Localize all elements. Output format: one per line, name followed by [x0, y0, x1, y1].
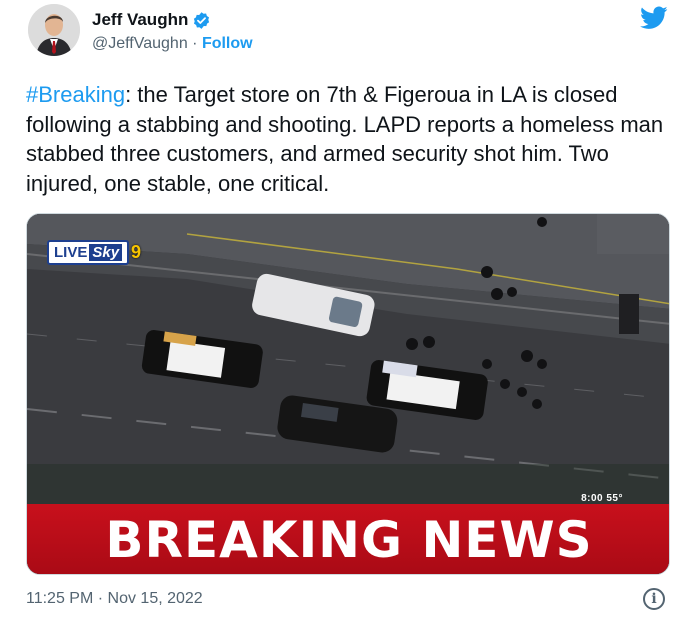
sky-label: Sky	[89, 244, 123, 261]
author-name-row[interactable]: Jeff Vaughn	[92, 10, 211, 30]
verified-badge-icon	[192, 11, 211, 30]
avatar[interactable]	[28, 4, 80, 56]
time-temperature-overlay: 8:00 55°	[581, 493, 623, 504]
breaking-news-banner: BREAKING NEWS	[27, 504, 669, 574]
tweet-media[interactable]: LIVE Sky 9 8:00 55° BREAKING NEWS	[26, 213, 670, 575]
live-label: LIVE	[54, 244, 88, 261]
live-badge: LIVE Sky	[47, 240, 130, 265]
banner-text: BREAKING NEWS	[105, 511, 593, 569]
separator: ·	[187, 35, 202, 52]
follow-button[interactable]: Follow	[202, 35, 253, 52]
handle-row: @JeffVaughn · Follow	[92, 35, 253, 53]
tweet-text: #Breaking: the Target store on 7th & Fig…	[26, 80, 666, 198]
twitter-bird-icon[interactable]	[640, 6, 668, 30]
live-sky9-logo: LIVE Sky 9	[47, 240, 141, 265]
author-handle[interactable]: @JeffVaughn	[92, 35, 188, 52]
hashtag-link[interactable]: #Breaking	[26, 82, 125, 107]
avatar-image	[28, 4, 80, 56]
author-name[interactable]: Jeff Vaughn	[92, 10, 188, 30]
tweet-timestamp[interactable]: 11:25 PM · Nov 15, 2022	[26, 590, 203, 608]
info-icon[interactable]: i	[643, 588, 665, 610]
channel-number: 9	[131, 242, 142, 262]
